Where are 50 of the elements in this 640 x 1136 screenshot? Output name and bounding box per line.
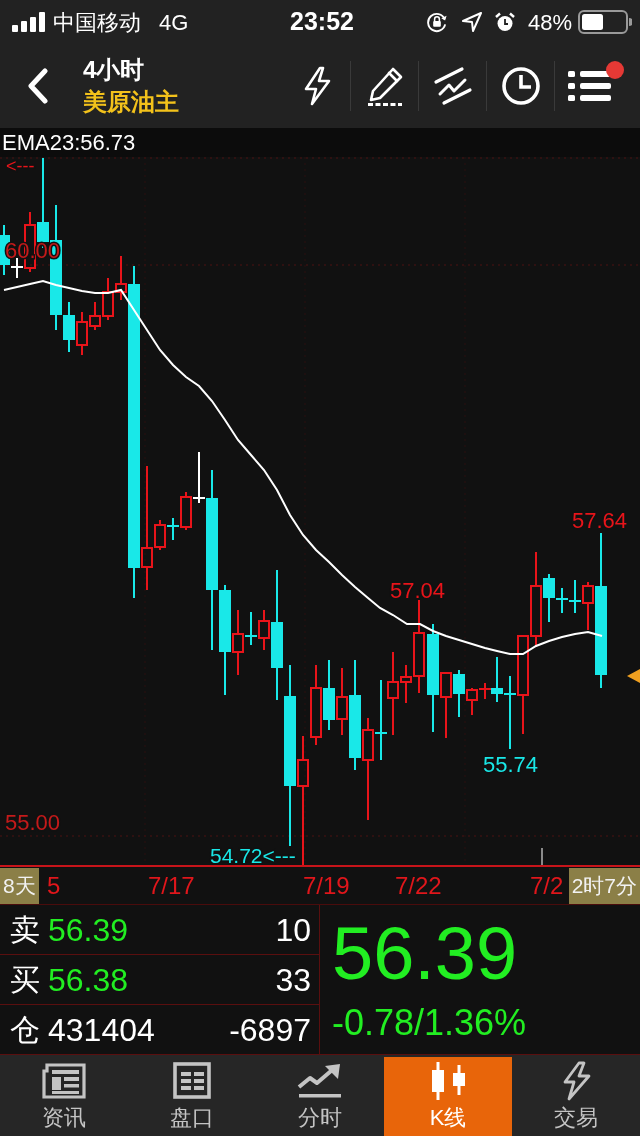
price-axis-label: 55.00 [5, 810, 61, 835]
tab[interactable]: 交易 [512, 1057, 640, 1136]
back-icon [26, 68, 48, 104]
newspaper-icon [40, 1061, 88, 1101]
quote-volume: -6897 [229, 1013, 311, 1046]
network-type: 4G [159, 8, 189, 37]
date-label: 7/19 [303, 871, 350, 901]
date-label: 7/22 [395, 871, 442, 901]
quote-value: 56.38 [48, 963, 129, 996]
tab[interactable]: 资讯 [0, 1057, 128, 1136]
signal-icon [12, 12, 45, 32]
tab[interactable]: 盘口 [128, 1057, 256, 1136]
price-marker-icon [627, 669, 640, 683]
quote-value: 56.39 [48, 913, 129, 946]
trend-arrow-icon [296, 1061, 344, 1101]
alarm-clock-icon [494, 12, 515, 32]
date-label: 5 [47, 871, 61, 901]
low-price-label: 54.72<--- [210, 844, 296, 865]
last-price: 56.39 [332, 917, 519, 991]
candlestick [569, 579, 581, 614]
date-label: 7/17 [148, 871, 195, 901]
price-change: -0.78/1.36% [332, 1005, 528, 1041]
trend-lines-icon [432, 66, 473, 106]
candlestick [323, 659, 335, 731]
quote-row-label: 买 [10, 964, 40, 995]
battery-percent: 48% [527, 8, 572, 37]
quote-value: 431404 [48, 1013, 155, 1046]
chart-period-title: 4小时 [83, 55, 146, 85]
instrument-name: 美原油主 [83, 87, 179, 117]
tab[interactable]: 分时 [256, 1057, 384, 1136]
high-price-label: 57.64 [572, 508, 628, 533]
status-time: 23:52 [290, 6, 354, 38]
time-tick-mark [541, 847, 543, 865]
high-price-label: 57.04 [390, 578, 446, 603]
range-badge: 8天 [0, 868, 39, 904]
quote-volume: 10 [275, 913, 311, 946]
quote-row-label: 卖 [10, 914, 40, 945]
rotation-lock-icon [425, 11, 448, 33]
clock-icon [500, 66, 541, 106]
quote-volume: 33 [275, 963, 311, 996]
carrier-name: 中国移动 [53, 8, 141, 37]
low-price-label: 55.74 [483, 752, 539, 777]
date-label: 7/2 [530, 871, 564, 901]
high-price-label: <--- [6, 157, 35, 176]
time-badge: 2时7分 [568, 868, 640, 904]
indicator-value: EMA23:56.73 [2, 130, 136, 155]
battery-icon [578, 10, 632, 34]
location-arrow-icon [461, 12, 482, 32]
list-icon [566, 68, 611, 104]
quote-row-label: 仓 [10, 1014, 40, 1045]
